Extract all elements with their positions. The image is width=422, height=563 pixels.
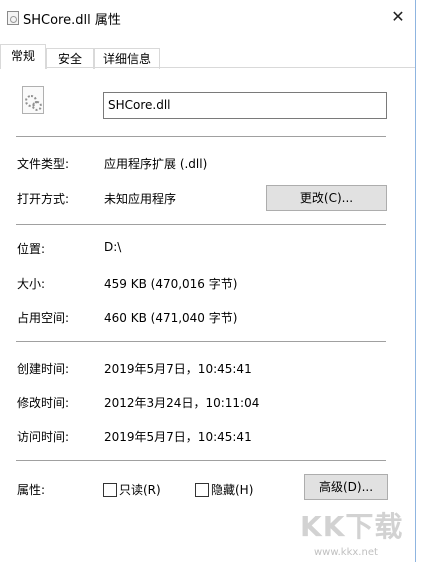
size-on-disk-label: 占用空间:	[17, 311, 70, 325]
tab-general[interactable]: 常规	[0, 44, 46, 69]
change-button[interactable]: 更改(C)...	[266, 185, 387, 211]
divider	[16, 136, 386, 137]
dll-file-icon	[22, 86, 44, 114]
size-value: 459 KB (470,016 字节)	[104, 277, 238, 291]
accessed-label: 访问时间:	[17, 430, 70, 444]
dll-file-icon	[7, 11, 19, 25]
location-value: D:\	[104, 240, 122, 254]
file-type-label: 文件类型:	[17, 157, 70, 171]
modified-value: 2012年3月24日，10:11:04	[104, 396, 260, 410]
watermark-logo: KK下载	[300, 510, 404, 543]
created-label: 创建时间:	[17, 362, 70, 376]
title-bar: SHCore.dll 属性 ✕	[0, 0, 415, 34]
hidden-label[interactable]: 隐藏(H)	[211, 481, 253, 498]
location-label: 位置:	[17, 242, 46, 256]
created-value: 2019年5月7日，10:45:41	[104, 362, 252, 376]
properties-window: SHCore.dll 属性 ✕ 常规 安全 详细信息 SHCore.dll 文件…	[0, 0, 416, 562]
divider	[16, 224, 386, 225]
watermark-url: www.kkx.net	[314, 547, 378, 558]
file-type-value: 应用程序扩展 (.dll)	[104, 157, 208, 171]
opens-with-label: 打开方式:	[17, 192, 70, 206]
modified-label: 修改时间:	[17, 396, 70, 410]
watermark: KK下载 www.kkx.net	[300, 505, 410, 558]
size-on-disk-value: 460 KB (471,040 字节)	[104, 311, 238, 325]
window-border	[415, 0, 416, 562]
readonly-label[interactable]: 只读(R)	[119, 481, 161, 498]
close-button[interactable]: ✕	[380, 3, 416, 31]
file-name-input[interactable]: SHCore.dll	[103, 92, 387, 119]
window-title: SHCore.dll 属性	[23, 13, 121, 28]
advanced-button[interactable]: 高级(D)...	[304, 474, 388, 500]
gear-icon	[32, 101, 42, 111]
divider	[16, 460, 386, 461]
readonly-checkbox[interactable]	[103, 483, 117, 497]
size-label: 大小:	[17, 277, 46, 291]
accessed-value: 2019年5月7日，10:45:41	[104, 430, 252, 444]
tab-security[interactable]: 安全	[46, 48, 94, 69]
hidden-checkbox[interactable]	[195, 483, 209, 497]
opens-with-value: 未知应用程序	[104, 192, 177, 206]
divider	[16, 341, 386, 342]
attributes-label: 属性:	[17, 483, 46, 497]
tab-details[interactable]: 详细信息	[94, 48, 160, 69]
